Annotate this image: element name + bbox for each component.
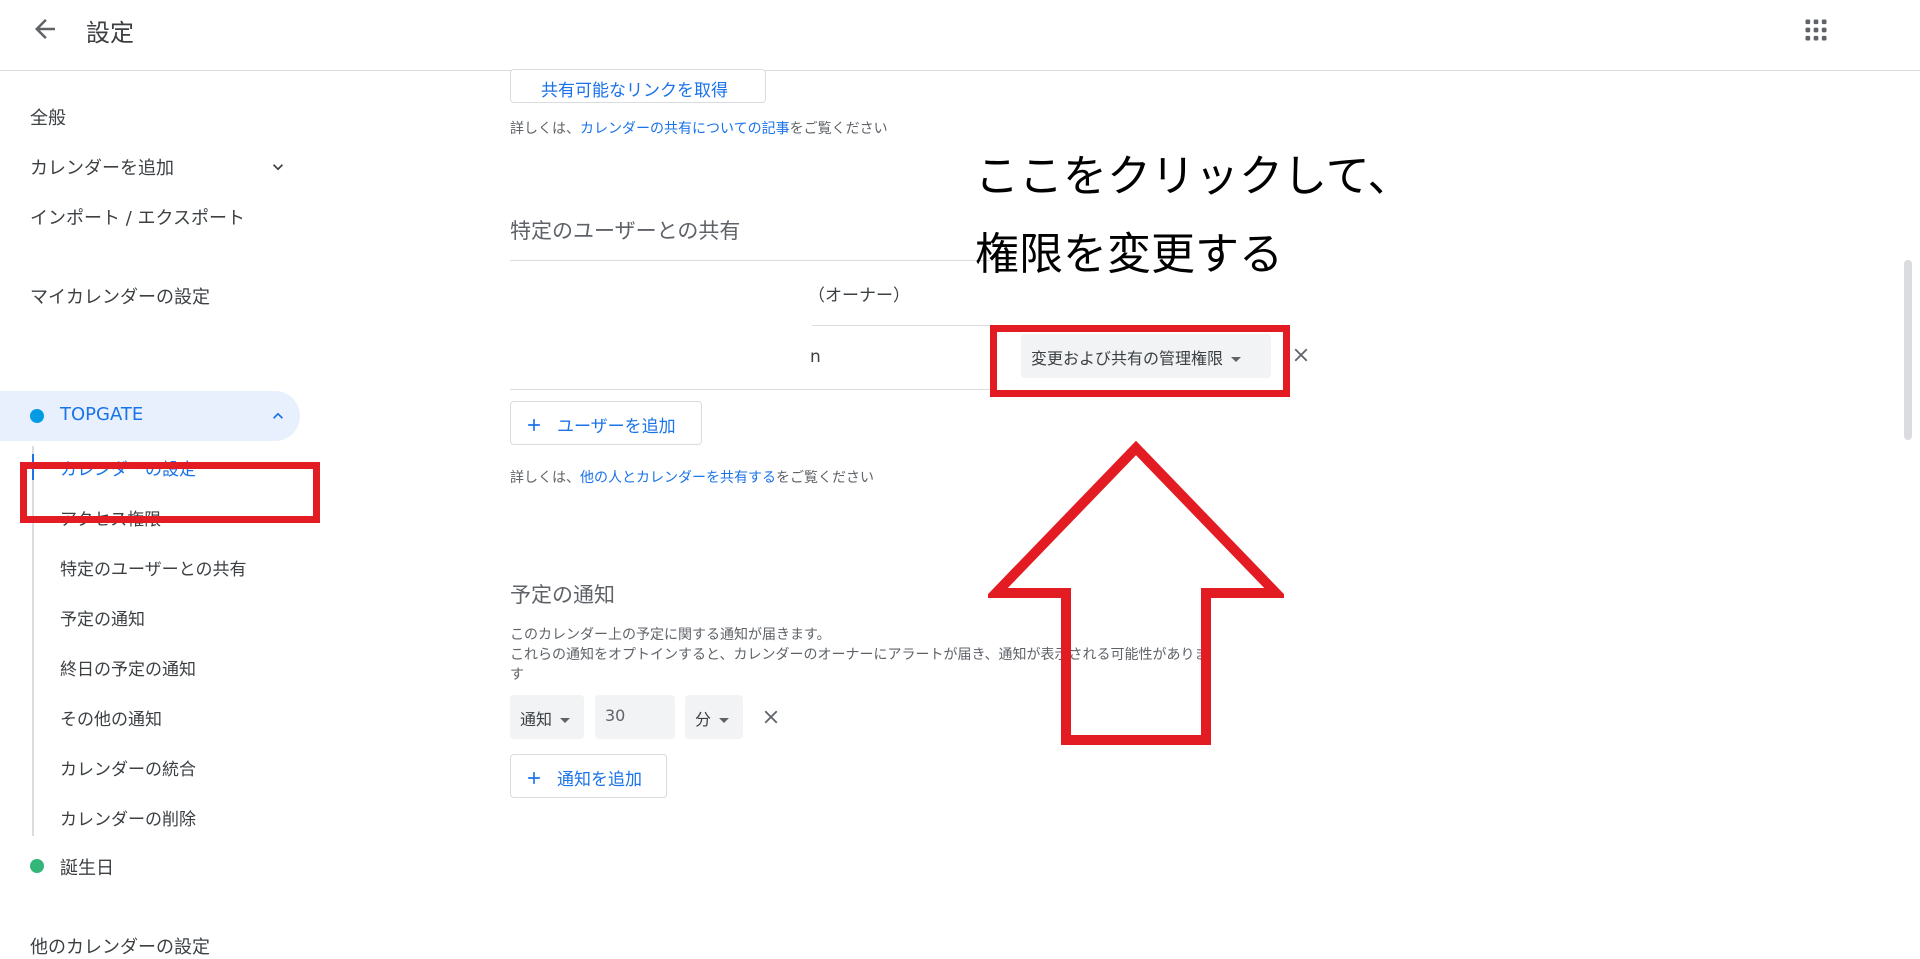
- sidebar-item-import-export[interactable]: インポート / エクスポート: [30, 204, 245, 230]
- sidebar: 全般 カレンダーを追加 インポート / エクスポート マイカレンダーの設定 TO…: [0, 71, 320, 958]
- calendar-color-dot: [30, 409, 44, 423]
- sidebar-sub-item-event-notifications[interactable]: 予定の通知: [60, 605, 145, 630]
- sidebar-heading-other-calendars: 他のカレンダーの設定: [30, 937, 210, 958]
- notify-type-value: 通知: [520, 710, 553, 729]
- plus-icon: [528, 772, 540, 784]
- page-title: 設定: [86, 19, 134, 47]
- learn-more-prefix: 詳しくは、: [510, 121, 580, 137]
- sidebar-sub-item-allday-notifications[interactable]: 終日の予定の通知: [60, 655, 196, 680]
- owner-label: （オーナー）: [808, 286, 910, 306]
- get-share-link-button[interactable]: 共有可能なリンクを取得: [510, 69, 766, 103]
- calendar-header-selected[interactable]: [0, 391, 300, 441]
- close-icon[interactable]: [1290, 344, 1312, 366]
- annotation-text-line2: 権限を変更する: [975, 229, 1283, 280]
- caret-down-icon: [560, 718, 571, 723]
- annotation-text-line1: ここをクリックして、: [975, 151, 1412, 202]
- annotation-box-share-item: [20, 462, 320, 523]
- notify-type-dropdown[interactable]: 通知: [510, 695, 584, 739]
- caret-down-icon: [719, 718, 730, 723]
- notify-minutes-input[interactable]: 30: [595, 695, 675, 739]
- sidebar-sub-item-share[interactable]: 特定のユーザーとの共有: [60, 555, 247, 580]
- learn-more-prefix-2: 詳しくは、: [510, 470, 580, 486]
- share-section-title: 特定のユーザーとの共有: [510, 219, 741, 243]
- sidebar-sub-item-other-notifications[interactable]: その他の通知: [60, 705, 162, 730]
- sidebar-heading-my-calendars: マイカレンダーの設定: [30, 287, 210, 308]
- app-header: 設定: [0, 0, 1920, 71]
- arrow-left-icon[interactable]: [30, 14, 60, 44]
- add-notification-label: 通知を追加: [557, 770, 642, 790]
- sidebar-item-add-calendar[interactable]: カレンダーを追加: [30, 154, 174, 180]
- share-divider-bottom: [510, 389, 990, 390]
- learn-more-sharing: 詳しくは、カレンダーの共有についての記事をご覧ください: [510, 118, 888, 138]
- annotation-box-permission: [990, 325, 1290, 397]
- notify-section-title: 予定の通知: [510, 583, 615, 607]
- user-row-email: n: [810, 347, 821, 367]
- birthday-color-dot: [30, 859, 44, 873]
- learn-more-suffix-2: をご覧ください: [776, 470, 874, 486]
- learn-more-share-others: 詳しくは、他の人とカレンダーを共有するをご覧ください: [510, 467, 874, 487]
- share-with-others-link[interactable]: 他の人とカレンダーを共有する: [580, 470, 776, 486]
- share-divider-top: [510, 260, 990, 261]
- sidebar-item-general[interactable]: 全般: [30, 104, 66, 130]
- calendar-name-birthday[interactable]: 誕生日: [60, 854, 114, 880]
- plus-icon: [528, 419, 540, 431]
- close-icon[interactable]: [760, 706, 782, 728]
- notify-unit-dropdown[interactable]: 分: [685, 695, 743, 739]
- sharing-article-link[interactable]: カレンダーの共有についての記事: [580, 121, 790, 137]
- annotation-arrow-up-icon: [988, 440, 1284, 745]
- notify-description-1: このカレンダー上の予定に関する通知が届きます。: [510, 627, 831, 643]
- chevron-down-icon[interactable]: [268, 157, 288, 177]
- chevron-up-icon[interactable]: [268, 406, 288, 426]
- sidebar-sub-item-delete[interactable]: カレンダーの削除: [60, 805, 196, 830]
- user-row-divider: [812, 325, 992, 326]
- notify-unit-value: 分: [695, 710, 712, 729]
- sidebar-sub-item-integrate[interactable]: カレンダーの統合: [60, 755, 196, 780]
- notify-description-3: す: [510, 667, 524, 683]
- scrollbar-thumb[interactable]: [1904, 260, 1912, 440]
- add-user-label: ユーザーを追加: [557, 417, 676, 437]
- learn-more-suffix: をご覧ください: [789, 121, 888, 137]
- apps-grid-icon[interactable]: [1802, 16, 1830, 44]
- calendar-name-topgate[interactable]: TOPGATE: [60, 404, 143, 425]
